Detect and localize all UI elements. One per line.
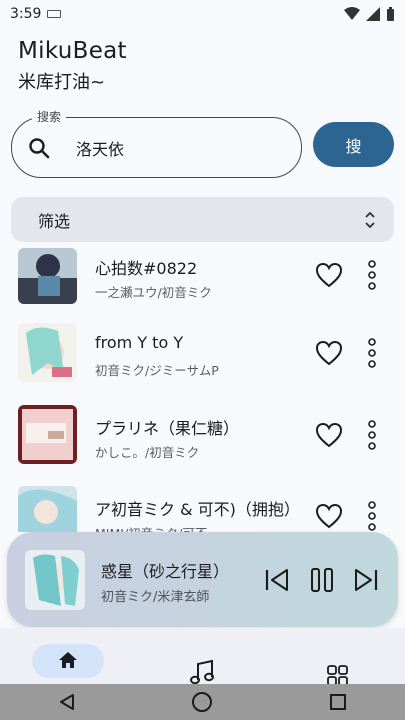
search-icon — [29, 137, 50, 158]
song-title: ア初音ミク & 可不)（拥抱） — [95, 500, 300, 519]
list-item[interactable]: プラリネ（果仁糖） かしこ。/初音ミク — [0, 405, 405, 487]
song-title: プラリネ（果仁糖） — [95, 419, 240, 438]
mini-player[interactable]: 惑星（砂之行星） 初音ミク/米津玄師 — [7, 532, 398, 627]
song-artist: MIMI/初音ミク/可不 — [95, 523, 207, 532]
song-title: from Y to Y — [95, 333, 184, 352]
unfold-icon — [365, 211, 375, 228]
previous-icon[interactable] — [263, 566, 291, 594]
nav-item-music[interactable] — [135, 628, 270, 685]
header: MikuBeat 米库打油~ — [18, 38, 127, 94]
song-artist: かしこ。/初音ミク — [95, 445, 200, 460]
next-icon[interactable] — [352, 566, 380, 594]
song-artist: 初音ミク/ジミーサムP — [95, 363, 219, 378]
favorite-icon[interactable] — [315, 340, 343, 366]
bottom-navigation: 首页 — [0, 628, 405, 704]
signal-icon — [366, 7, 380, 21]
status-time: 3:59 — [10, 6, 42, 22]
wifi-icon — [344, 7, 360, 20]
list-item[interactable]: from Y to Y 初音ミク/ジミーサムP — [0, 323, 405, 405]
pause-icon[interactable] — [308, 566, 336, 594]
status-icons — [344, 6, 395, 22]
home-icon — [59, 652, 77, 668]
filter-dropdown[interactable]: 筛选 — [11, 197, 394, 242]
music-note-icon — [190, 660, 214, 685]
more-vert-icon[interactable] — [365, 338, 379, 368]
search-button[interactable]: 搜 — [313, 122, 394, 167]
album-cover — [18, 248, 77, 304]
favorite-icon[interactable] — [315, 503, 343, 529]
now-playing-cover — [25, 550, 85, 610]
system-navigation-bar — [0, 684, 405, 720]
grid-icon — [327, 665, 348, 685]
more-vert-icon[interactable] — [365, 501, 379, 531]
recents-icon[interactable] — [329, 693, 347, 711]
song-list[interactable]: 心拍数#0822 一之瀬ユウ/初音ミク from Y to Y 初音ミク/ジミー… — [0, 242, 405, 532]
nav-item-more[interactable] — [270, 628, 405, 685]
app-title: MikuBeat — [18, 38, 127, 64]
now-playing-artist: 初音ミク/米津玄師 — [101, 590, 210, 605]
list-item[interactable]: ア初音ミク & 可不)（拥抱） MIMI/初音ミク/可不 — [0, 486, 405, 532]
keyboard-icon — [47, 10, 62, 18]
search-label: 搜索 — [32, 108, 67, 125]
album-cover — [18, 405, 77, 464]
favorite-icon[interactable] — [315, 262, 343, 288]
album-cover — [18, 323, 77, 382]
search-input[interactable]: 搜索 洛天依 — [11, 108, 302, 178]
battery-icon — [387, 6, 394, 21]
song-artist: 一之瀬ユウ/初音ミク — [95, 285, 212, 300]
status-bar: 3:59 — [0, 0, 405, 28]
favorite-icon[interactable] — [315, 422, 343, 448]
app-subtitle: 米库打油~ — [18, 72, 106, 93]
list-item[interactable]: 心拍数#0822 一之瀬ユウ/初音ミク — [0, 245, 405, 327]
nav-item-home[interactable]: 首页 — [0, 628, 135, 704]
filter-label: 筛选 — [38, 211, 71, 231]
album-cover — [18, 486, 77, 532]
now-playing-title: 惑星（砂之行星） — [101, 562, 230, 581]
back-icon[interactable] — [58, 693, 76, 711]
song-title: 心拍数#0822 — [95, 259, 198, 278]
home-circle-icon[interactable] — [191, 691, 213, 713]
more-vert-icon[interactable] — [365, 260, 379, 290]
search-value: 洛天依 — [76, 139, 125, 159]
more-vert-icon[interactable] — [365, 420, 379, 450]
